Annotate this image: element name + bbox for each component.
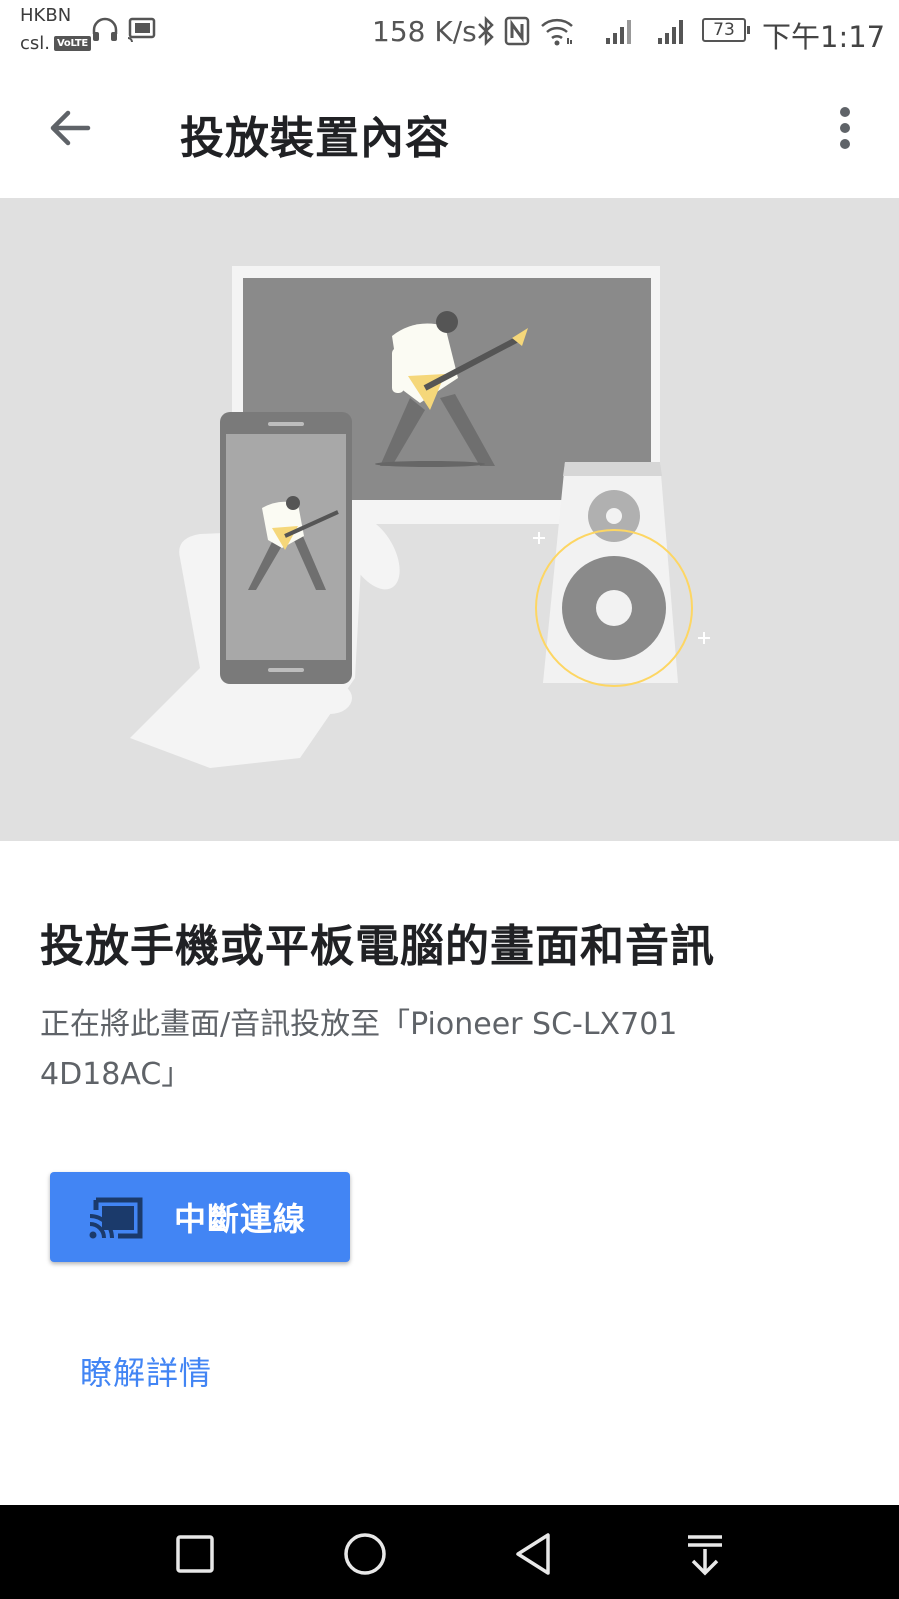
circle-icon: [344, 1533, 386, 1575]
battery-level: 73: [713, 20, 735, 40]
cast-status-text: 正在將此畫面/音訊投放至「Pioneer SC-LX701 4D18AC」: [40, 1007, 678, 1092]
signal-strength-icon-2: [658, 20, 683, 44]
headline: 投放手機或平板電腦的畫面和音訊: [40, 921, 715, 972]
nfc-icon: [504, 16, 530, 46]
square-icon: [176, 1535, 214, 1573]
clock: 下午1:17: [762, 20, 886, 54]
cast-status-icon: [127, 17, 156, 42]
more-vert-icon: [840, 107, 850, 149]
disconnect-button-label: 中斷連線: [174, 1200, 307, 1238]
wifi-icon: [541, 18, 573, 46]
carrier-name-secondary: csl.: [20, 33, 50, 54]
home-button[interactable]: [338, 1527, 392, 1581]
volte-badge: VoLTE: [54, 36, 91, 51]
phone-illustration: [220, 412, 352, 684]
status-bar: HKBN csl. VoLTE 158 K/s 73 下午1:17: [0, 0, 899, 62]
recents-button[interactable]: [168, 1527, 222, 1581]
hero-illustration: [0, 198, 899, 841]
disconnect-button[interactable]: 中斷連線: [50, 1172, 350, 1262]
headset-icon: [92, 17, 118, 41]
cast-connected-icon: [89, 1197, 143, 1239]
cast-illustration: [130, 266, 710, 768]
notification-pulldown-button[interactable]: [678, 1527, 732, 1581]
carrier-name-primary: HKBN: [20, 5, 72, 26]
battery-icon: 73: [702, 18, 750, 42]
navigation-bar: [0, 1505, 899, 1599]
triangle-back-icon: [516, 1533, 550, 1575]
app-bar: 投放裝置內容: [0, 62, 899, 198]
network-speed: 158 K/s: [372, 15, 477, 48]
arrow-back-icon: [50, 110, 91, 146]
page-title: 投放裝置內容: [180, 113, 450, 164]
back-button[interactable]: [40, 98, 100, 158]
back-nav-button[interactable]: [508, 1527, 562, 1581]
signal-strength-icon-1: [606, 20, 631, 44]
pulldown-icon: [688, 1535, 722, 1576]
learn-more-link[interactable]: 瞭解詳情: [80, 1348, 212, 1394]
more-options-button[interactable]: [820, 98, 870, 158]
bluetooth-icon: [478, 16, 494, 46]
